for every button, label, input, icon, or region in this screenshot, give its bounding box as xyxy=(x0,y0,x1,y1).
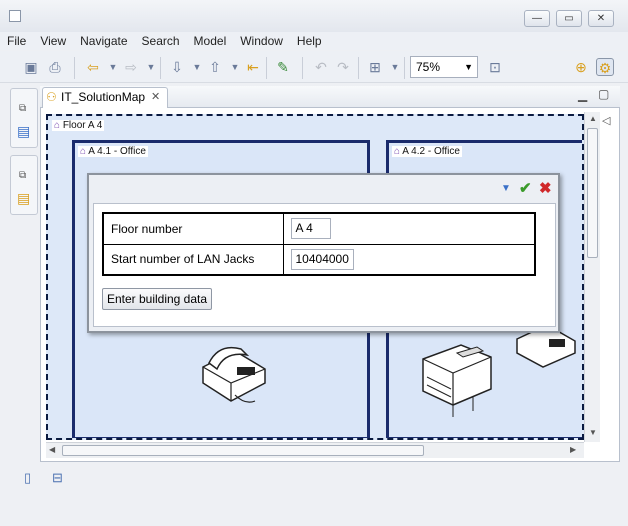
minimize-button[interactable]: — xyxy=(524,10,550,27)
back-icon[interactable]: ⇦ xyxy=(84,58,102,76)
forward-dropdown-icon[interactable]: ▼ xyxy=(142,58,160,76)
model-explorer-icon[interactable]: ▤ xyxy=(17,123,30,140)
office-name: A 4.2 - Office xyxy=(402,146,460,157)
building-data-table: Floor number A 4 Start number of LAN Jac… xyxy=(102,212,536,276)
table-row: Floor number A 4 xyxy=(102,212,536,245)
tab-title: IT_SolutionMap xyxy=(61,90,146,104)
modeling-perspective-icon[interactable]: ⚙ xyxy=(596,58,614,76)
repository-icon[interactable]: ▤ xyxy=(17,190,30,207)
toolbar-separator xyxy=(302,57,303,79)
scroll-thumb[interactable] xyxy=(62,445,424,456)
forward-icon[interactable]: ⇨ xyxy=(122,58,140,76)
confirm-icon[interactable]: ✔ xyxy=(519,179,532,197)
dialog-content: Floor number A 4 Start number of LAN Jac… xyxy=(93,203,556,327)
outline-toggle-icon[interactable]: ◁ xyxy=(602,114,610,127)
restore-view-icon[interactable]: ⧉ xyxy=(19,170,26,181)
minimize-editor-icon[interactable]: ▁ xyxy=(578,88,587,102)
menu-navigate[interactable]: Navigate xyxy=(73,32,134,50)
menu-view[interactable]: View xyxy=(33,32,73,50)
toolbar-separator xyxy=(266,57,267,79)
scroll-right-icon[interactable]: ▶ xyxy=(570,445,576,454)
vertical-scrollbar[interactable]: ▲ ▼ xyxy=(584,112,600,442)
menu-file[interactable]: File xyxy=(0,32,33,50)
diagram-icon: ⚇ xyxy=(46,90,57,104)
horizontal-scrollbar[interactable]: ◀ ▶ xyxy=(46,442,584,458)
next-annotation-icon[interactable]: ⇩ xyxy=(168,58,186,76)
zoom-value: 75% xyxy=(416,60,441,74)
dialog-menu-icon[interactable]: ▼ xyxy=(501,183,511,194)
scroll-down-icon[interactable]: ▼ xyxy=(589,428,597,437)
menu-search[interactable]: Search xyxy=(135,32,187,50)
zoom-select[interactable]: 75% ▼ xyxy=(410,56,478,78)
toolbar-separator xyxy=(160,57,161,79)
print-icon[interactable]: ⎙ xyxy=(46,58,64,76)
lan-jacks-field[interactable]: 10404000 xyxy=(290,248,354,270)
zoom-fit-icon[interactable]: ⊡ xyxy=(486,58,504,76)
undo-icon[interactable]: ↶ xyxy=(312,58,330,76)
table-row: Start number of LAN Jacks 10404000 xyxy=(102,243,536,276)
printer-icon[interactable] xyxy=(417,339,497,422)
back-dropdown-icon[interactable]: ▼ xyxy=(104,58,122,76)
close-button[interactable]: ✕ xyxy=(588,10,614,27)
office-icon: ⌂ xyxy=(80,146,87,157)
scroll-left-icon[interactable]: ◀ xyxy=(49,445,55,454)
office-label: ⌂ A 4.2 - Office xyxy=(392,146,462,157)
save-icon[interactable]: ▣ xyxy=(22,58,40,76)
toolbar-separator xyxy=(358,57,359,79)
maximize-button[interactable]: ▭ xyxy=(556,10,582,27)
menu-window[interactable]: Window xyxy=(233,32,290,50)
menu-model[interactable]: Model xyxy=(187,32,234,50)
open-perspective-icon[interactable]: ⊕ xyxy=(572,58,590,76)
restore-view-icon[interactable]: ⧉ xyxy=(19,103,26,114)
close-tab-icon[interactable]: ✕ xyxy=(151,88,160,107)
app-icon xyxy=(9,10,21,22)
previous-dropdown-icon[interactable]: ▼ xyxy=(226,58,244,76)
new-element-icon[interactable]: ✎ xyxy=(274,58,292,76)
floor-icon: ⌂ xyxy=(54,120,61,131)
menu-bar: File View Navigate Search Model Window H… xyxy=(0,32,628,50)
layout-icon[interactable]: ⊞ xyxy=(366,58,384,76)
scroll-up-icon[interactable]: ▲ xyxy=(589,114,597,123)
menu-help[interactable]: Help xyxy=(290,32,329,50)
toolbar-separator xyxy=(404,57,405,79)
cancel-icon[interactable]: ✖ xyxy=(539,179,552,197)
chevron-down-icon: ▼ xyxy=(464,62,473,72)
tab-it-solutionmap[interactable]: ⚇ IT_SolutionMap ✕ xyxy=(42,87,168,108)
maximize-editor-icon[interactable]: ▢ xyxy=(598,87,609,101)
office-label: ⌂ A 4.1 - Office xyxy=(78,146,148,157)
telephone-icon[interactable] xyxy=(195,339,275,412)
scroll-thumb[interactable] xyxy=(587,128,598,258)
left-view-stack-top: ⧉ ▤ xyxy=(10,88,38,148)
title-bar: — ▭ ✕ xyxy=(0,0,628,32)
floor-number-field[interactable]: A 4 xyxy=(290,218,331,240)
next-dropdown-icon[interactable]: ▼ xyxy=(188,58,206,76)
bottom-new-view-icon[interactable]: ▯ xyxy=(24,470,31,486)
bottom-outline-icon[interactable]: ⊟ xyxy=(52,470,63,486)
redo-icon[interactable]: ↷ xyxy=(334,58,352,76)
left-view-stack-bottom: ⧉ ▤ xyxy=(10,155,38,215)
previous-annotation-icon[interactable]: ⇧ xyxy=(206,58,224,76)
floor-number-label: Floor number xyxy=(102,212,284,245)
toolbar-separator xyxy=(74,57,75,79)
enter-building-data-button[interactable]: Enter building data xyxy=(102,288,212,310)
office-name: A 4.1 - Office xyxy=(88,146,146,157)
floor-name: Floor A 4 xyxy=(62,120,103,131)
building-data-dialog: ▼ ✔ ✖ Floor number A 4 Start number of L… xyxy=(87,173,560,333)
office-icon: ⌂ xyxy=(394,146,401,157)
floor-label: ⌂ Floor A 4 xyxy=(52,120,105,131)
last-edit-icon[interactable]: ⇤ xyxy=(244,58,262,76)
lan-jacks-label: Start number of LAN Jacks xyxy=(102,243,284,276)
layout-dropdown-icon[interactable]: ▼ xyxy=(386,58,404,76)
